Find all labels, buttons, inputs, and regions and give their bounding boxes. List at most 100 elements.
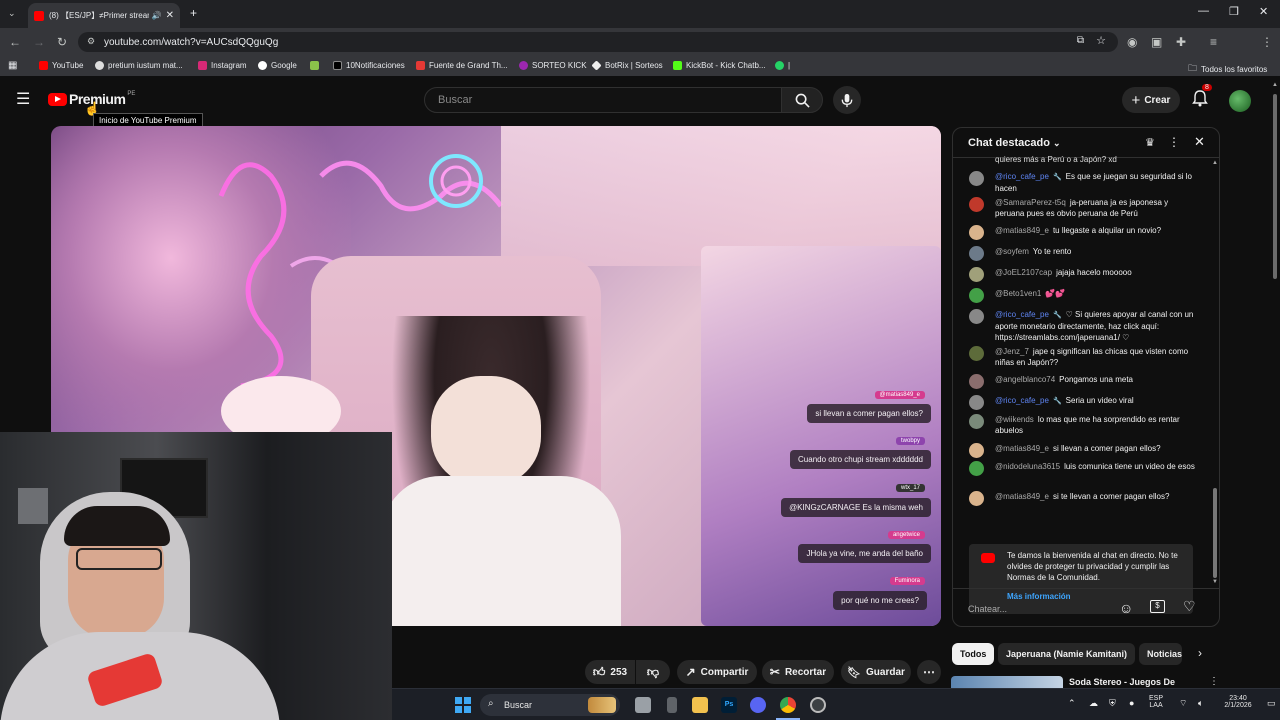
chip-noticias[interactable]: Noticias <box>1139 643 1182 665</box>
chat-menu-icon[interactable]: ⋮ <box>1168 135 1180 149</box>
widgets-icon[interactable] <box>667 697 677 713</box>
clock[interactable]: 23:40 2/1/2026 <box>1218 695 1258 709</box>
chat-message[interactable]: @soyfem Yo te rento <box>969 246 1197 261</box>
all-bookmarks-folder[interactable]: 🗀 Todos los favoritos <box>1188 61 1267 77</box>
scroll-down-icon[interactable]: ▼ <box>1212 579 1218 585</box>
wifi-icon[interactable]: ⌔ <box>1179 698 1187 709</box>
chat-author[interactable]: @soyfem <box>995 247 1029 256</box>
chat-message[interactable]: @rico_cafe_pe 🔧 Seria un video viral <box>969 395 1197 410</box>
chat-author[interactable]: @JoEL2107cap <box>995 268 1052 277</box>
minimize-icon[interactable]: — <box>1198 5 1209 17</box>
chat-input[interactable]: Chatear... <box>968 599 1108 619</box>
share-button[interactable]: ↗ Compartir <box>677 660 757 684</box>
volume-icon[interactable]: 🔈︎ <box>1198 698 1203 709</box>
bookmark-instagram[interactable]: Instagram <box>198 61 247 70</box>
chat-avatar[interactable] <box>969 246 984 261</box>
super-chat-icon[interactable]: $ <box>1150 600 1165 613</box>
search-button[interactable] <box>781 87 823 113</box>
menu-kebab-icon[interactable]: ⋮ <box>1261 35 1273 49</box>
extension-icon[interactable]: ◉ <box>1127 35 1137 49</box>
emoji-icon[interactable]: ☺ <box>1119 600 1133 616</box>
chat-author[interactable]: @wiikends <box>995 415 1034 424</box>
notification-center-icon[interactable]: ▭ <box>1267 698 1276 709</box>
back-icon[interactable]: ← <box>9 35 21 49</box>
task-view-icon[interactable] <box>635 697 651 713</box>
chat-message[interactable]: @Beto1ven1 💕💕 <box>969 288 1197 303</box>
chat-message[interactable]: @matias849_e si te llevan a comer pagan e… <box>969 491 1197 506</box>
chat-avatar[interactable] <box>969 197 984 212</box>
save-button[interactable]: 🔖︎ Guardar <box>841 660 911 684</box>
chat-message[interactable]: @SamaraPerez-t5q ja-peruana ja es japones… <box>969 197 1197 219</box>
chat-author[interactable]: @rico_cafe_pe <box>995 310 1049 319</box>
chat-message[interactable]: @Jenz_7 jape q significan las chicas que … <box>969 346 1197 368</box>
chat-scroll-thumb[interactable] <box>1213 488 1217 578</box>
related-menu-icon[interactable]: ⋮ <box>1209 676 1219 687</box>
close-chat-icon[interactable]: ✕ <box>1194 134 1205 150</box>
bookmark-botrix[interactable]: BotRix | Sorteos <box>591 60 663 71</box>
chip-todos[interactable]: Todos <box>952 643 995 665</box>
file-explorer-icon[interactable] <box>692 697 708 713</box>
discord-icon[interactable] <box>750 697 766 713</box>
apps-grid-icon[interactable]: ▦ <box>8 60 17 71</box>
bookmark-youtube[interactable]: YouTube <box>39 61 83 70</box>
dislike-button[interactable]: 👎︎ <box>636 660 670 684</box>
chip-next-icon[interactable]: › <box>1198 646 1202 660</box>
tray-app-icon[interactable]: ● <box>1129 698 1134 708</box>
chat-author[interactable]: @Beto1ven1 <box>995 289 1041 298</box>
tray-network-icon[interactable]: ☁ <box>1089 698 1098 709</box>
chat-author[interactable]: @rico_cafe_pe <box>995 396 1049 405</box>
related-thumbnail[interactable] <box>951 676 1063 688</box>
create-button[interactable]: + Crear <box>1122 87 1180 113</box>
taskbar-search[interactable]: ⌕ Buscar <box>480 694 620 716</box>
chat-message[interactable]: @rico_cafe_pe 🔧 Es que se juegan su seguri… <box>969 171 1197 194</box>
notifications-button[interactable]: 8 <box>1192 84 1212 112</box>
chat-avatar[interactable] <box>969 395 984 410</box>
clip-button[interactable]: ✂ Recortar <box>762 660 834 684</box>
bookmark-sorteo-kick[interactable]: SORTEO KICK <box>519 61 587 70</box>
chat-avatar[interactable] <box>969 443 984 458</box>
forward-icon[interactable]: → <box>33 35 45 49</box>
chat-message[interactable]: @nidodeluna3615 luis comunica tiene un vi… <box>969 461 1197 476</box>
page-scroll-thumb[interactable] <box>1273 94 1277 279</box>
chat-avatar[interactable] <box>969 414 984 429</box>
bookmark-10notificaciones[interactable]: 10Notificaciones <box>333 61 405 70</box>
extensions-puzzle-icon[interactable]: ✚ <box>1176 35 1186 49</box>
chat-message[interactable]: @rico_cafe_pe 🔧 ♡ Si quieres apoyar al can… <box>969 309 1197 343</box>
tray-overflow-icon[interactable]: ⌃ <box>1068 698 1076 709</box>
chat-message[interactable]: @matias849_e si llevan a comer pagan ello… <box>969 443 1197 458</box>
site-info-icon[interactable]: ⚙ <box>87 36 95 47</box>
bookmark-whatsapp[interactable]: | <box>775 61 790 70</box>
browser-tab[interactable]: (8) 【ES/JP】≠Primer stream 🔊 ✕ <box>28 3 180 28</box>
tab-search-icon[interactable]: ⌄ <box>8 8 16 19</box>
reload-icon[interactable]: ↻ <box>57 35 67 49</box>
address-bar[interactable]: ⚙ youtube.com/watch?v=AUCsdQQguQg ⧉ ☆ <box>78 32 1118 52</box>
bookmark-fuente[interactable]: Fuente de Grand Th... <box>416 61 508 70</box>
page-scrollbar[interactable]: ▲ <box>1271 80 1279 688</box>
bookmark-pinwheel[interactable] <box>310 61 323 70</box>
chat-author[interactable]: @matias849_e <box>995 444 1049 453</box>
tab-close-icon[interactable]: ✕ <box>166 10 174 21</box>
like-button[interactable]: 👍︎ 253 <box>585 660 635 684</box>
more-actions-button[interactable]: ⋯ <box>917 660 941 684</box>
chat-avatar[interactable] <box>969 346 984 361</box>
chat-avatar[interactable] <box>969 225 984 240</box>
chat-avatar[interactable] <box>969 288 984 303</box>
chrome-icon[interactable] <box>780 697 796 713</box>
page-scroll-up-icon[interactable]: ▲ <box>1272 82 1278 88</box>
related-title[interactable]: Soda Stereo - Juegos De <box>1069 677 1175 687</box>
chat-message[interactable]: @wiikends lo mas que me ha sorprendido es… <box>969 414 1197 436</box>
bookmark-google[interactable]: Google <box>258 61 297 70</box>
new-tab-icon[interactable]: + <box>190 6 197 20</box>
chat-author[interactable]: @SamaraPerez-t5q <box>995 198 1066 207</box>
chat-author[interactable]: @rico_cafe_pe <box>995 172 1049 181</box>
heart-icon[interactable]: ♡ <box>1183 598 1196 615</box>
reading-list-icon[interactable]: ≡ <box>1210 35 1217 49</box>
voice-search-button[interactable] <box>833 86 861 114</box>
crown-icon[interactable]: ♛ <box>1145 136 1155 149</box>
chat-author[interactable]: @Jenz_7 <box>995 347 1029 356</box>
account-avatar[interactable] <box>1229 90 1251 112</box>
bookmark-kickbot[interactable]: KickBot - Kick Chatb... <box>673 61 766 70</box>
scroll-up-icon[interactable]: ▲ <box>1212 160 1218 166</box>
chip-japeruana[interactable]: Japeruana (Namie Kamitani) <box>998 643 1136 665</box>
chat-avatar[interactable] <box>969 374 984 389</box>
